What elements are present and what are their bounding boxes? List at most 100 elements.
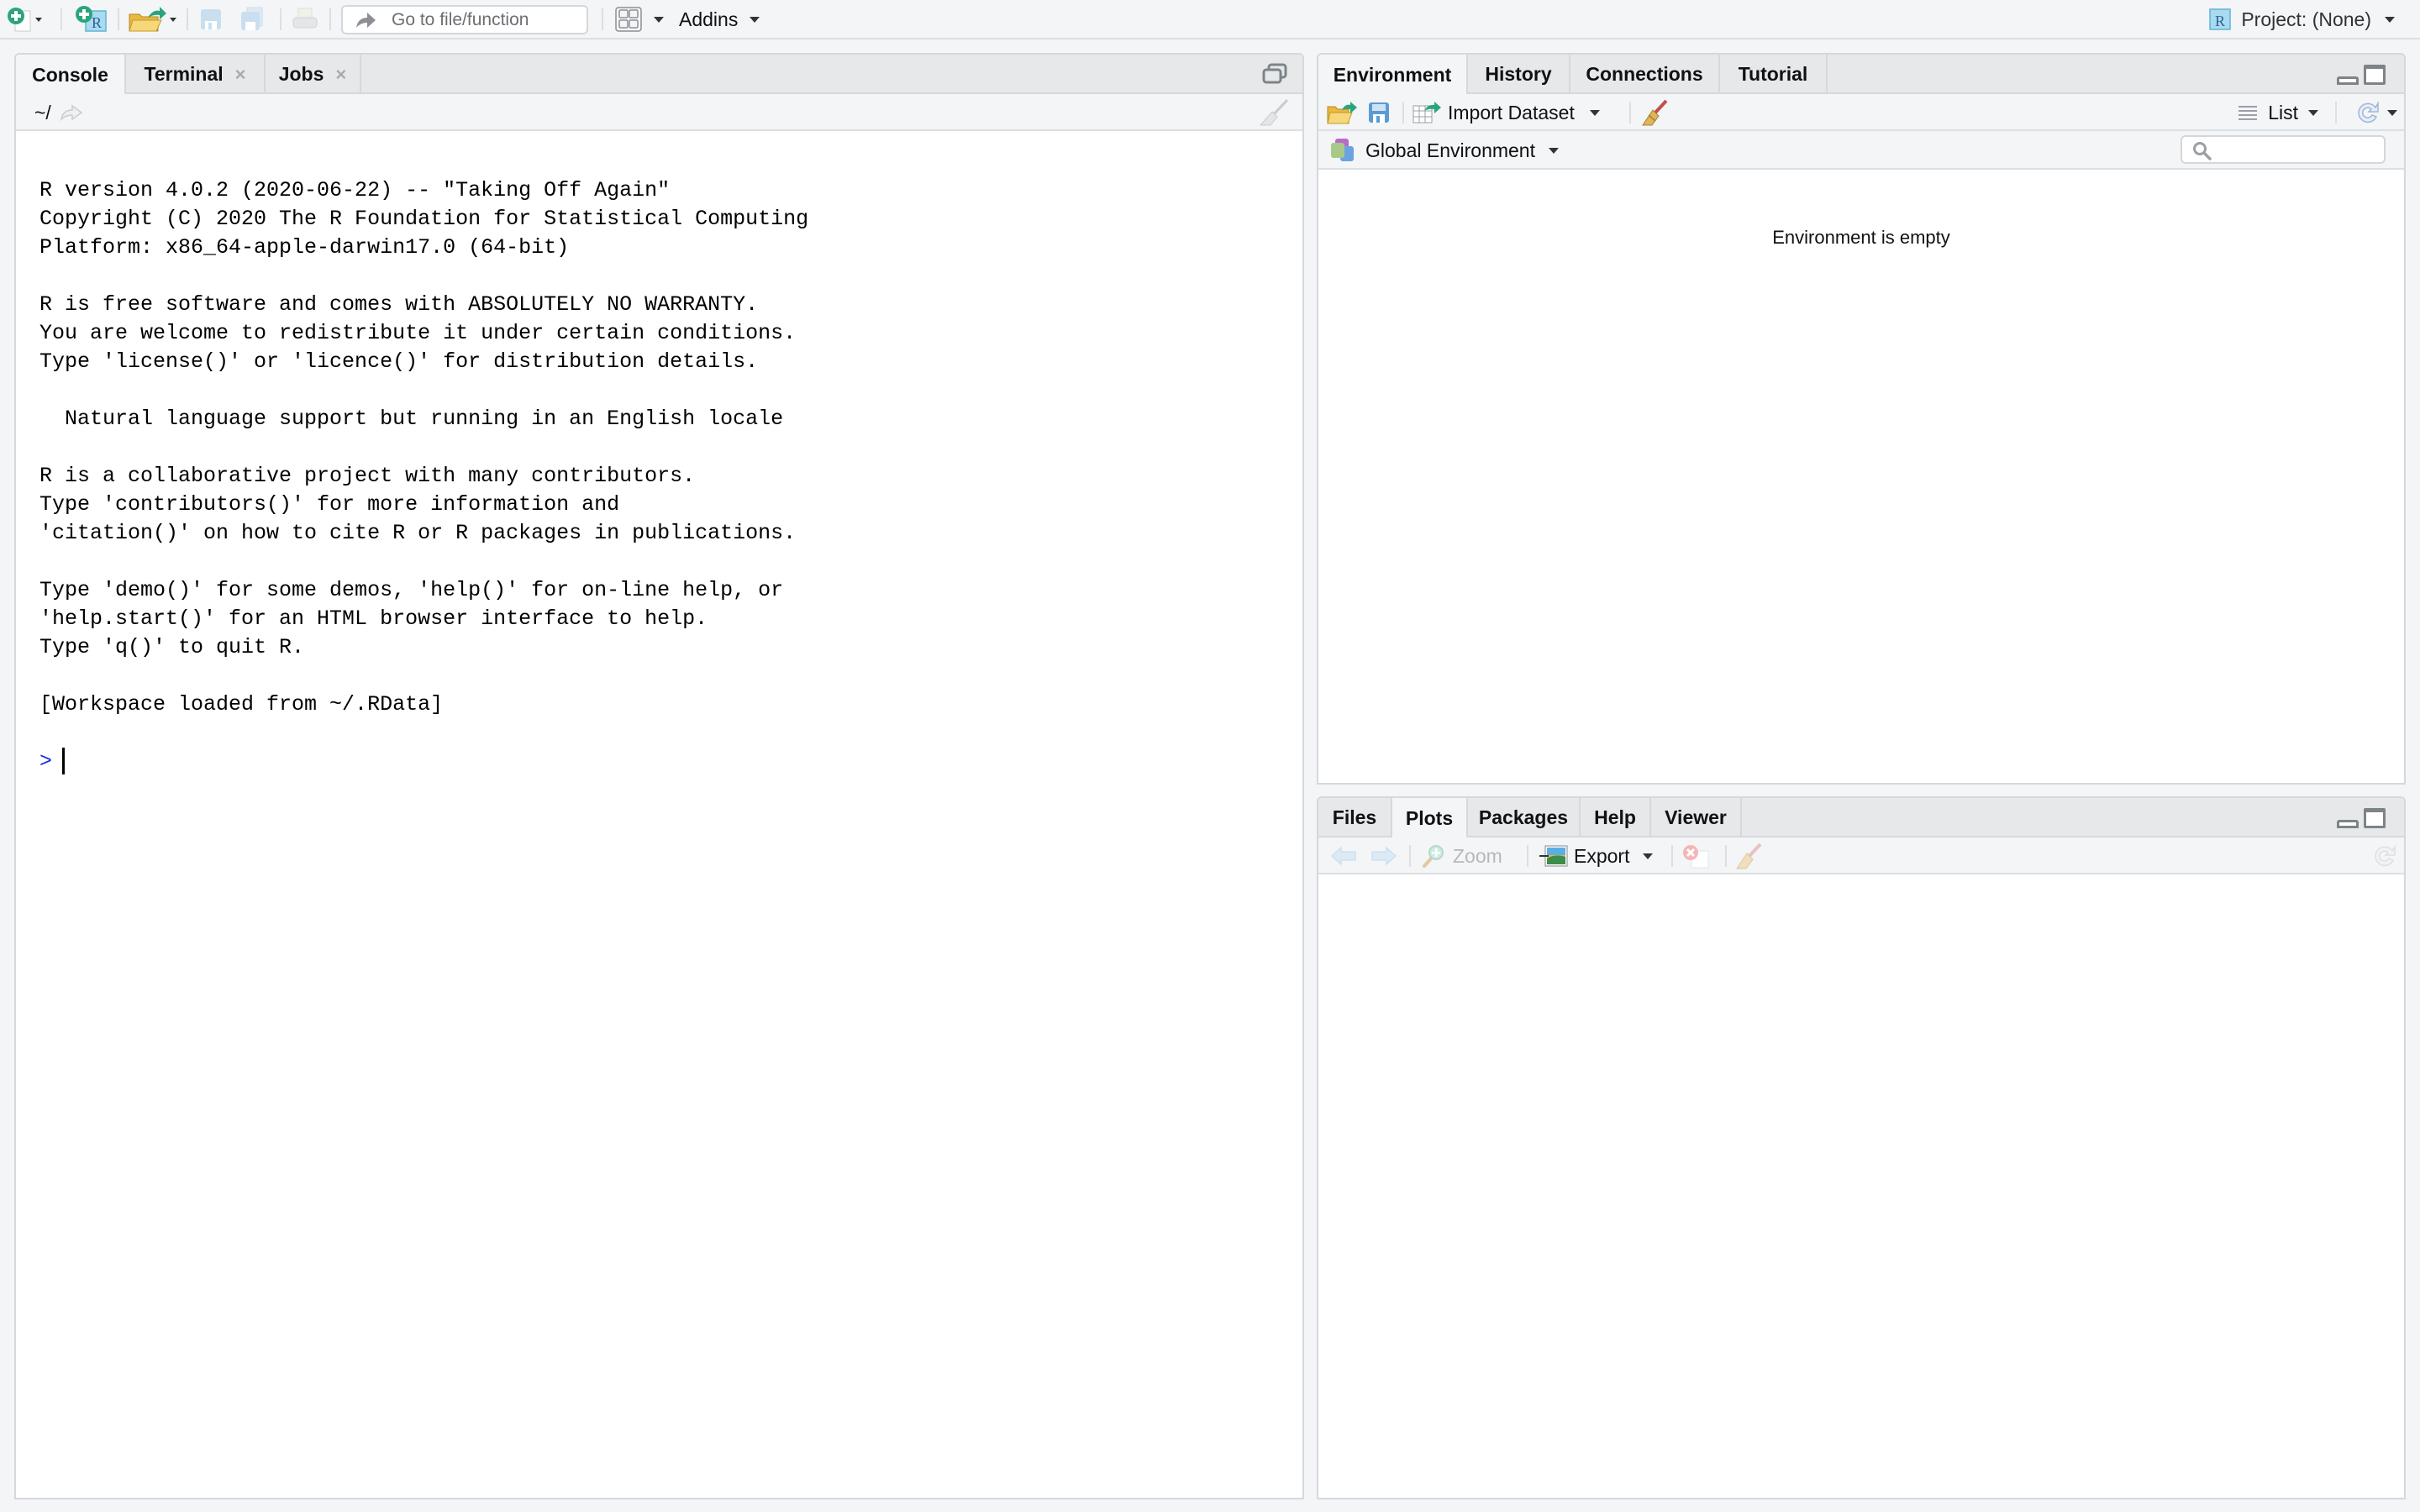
environment-scope-menu[interactable]: Global Environment xyxy=(1330,131,1559,170)
addins-menu[interactable]: Addins xyxy=(679,0,760,39)
tab-environment[interactable]: Environment xyxy=(1318,55,1468,96)
toolbar-divider xyxy=(60,8,62,30)
environment-scope-bar: Global Environment xyxy=(1318,131,2404,170)
environment-search-input[interactable] xyxy=(2181,135,2386,164)
tab-tutorial[interactable]: Tutorial xyxy=(1720,55,1828,94)
import-table-icon xyxy=(1413,102,1441,123)
arrow-right-icon xyxy=(1371,846,1397,866)
next-plot-button[interactable] xyxy=(1370,837,1397,874)
console-line: Platform: x86_64-apple-darwin17.0 (64-bi… xyxy=(39,235,570,260)
clear-workspace-button[interactable] xyxy=(1641,94,1670,131)
new-file-icon xyxy=(8,8,42,32)
print-button[interactable] xyxy=(291,0,319,39)
broom-icon xyxy=(1736,843,1762,869)
environment-scope-label: Global Environment xyxy=(1365,139,1535,161)
load-workspace-button[interactable] xyxy=(1327,94,1359,131)
environment-tabbar: Environment History Connections Tutorial xyxy=(1318,55,2404,96)
save-icon xyxy=(201,9,221,29)
plot-area xyxy=(1318,876,2404,1498)
console-line: 'help.start()' for an HTML browser inter… xyxy=(39,606,708,631)
tab-connections[interactable]: Connections xyxy=(1570,55,1720,94)
restore-pane-button[interactable] xyxy=(1262,63,1287,89)
project-menu[interactable]: R Project: (None) xyxy=(2207,0,2395,39)
console-input-line[interactable]: > xyxy=(39,748,808,776)
tab-label: Jobs xyxy=(278,63,324,85)
chevron-down-icon xyxy=(1643,853,1654,859)
maximize-pane-icon[interactable] xyxy=(2364,808,2386,828)
tab-terminal[interactable]: Terminal × xyxy=(126,55,266,94)
chevron-down-icon xyxy=(2308,109,2318,116)
toolbar-divider xyxy=(187,8,188,30)
refresh-environment-button[interactable] xyxy=(2355,94,2397,131)
console-line: Copyright (C) 2020 The R Foundation for … xyxy=(39,207,809,231)
close-icon[interactable]: × xyxy=(335,64,346,86)
view-mode-menu[interactable]: List xyxy=(2238,94,2318,131)
open-file-icon xyxy=(129,7,176,32)
go-to-directory-icon[interactable] xyxy=(60,104,83,121)
remove-plot-button[interactable] xyxy=(1681,837,1710,874)
console-line: Type 'license()' or 'licence()' for dist… xyxy=(39,349,759,374)
console-line: You are welcome to redistribute it under… xyxy=(39,321,797,345)
new-file-button[interactable] xyxy=(7,0,44,39)
console-line: [Workspace loaded from ~/.RData] xyxy=(39,692,444,717)
environment-empty-message: Environment is empty xyxy=(1772,227,1950,248)
tab-label: Environment xyxy=(1333,64,1452,86)
minimize-pane-icon[interactable] xyxy=(2337,820,2359,828)
tab-label: Plots xyxy=(1405,807,1454,829)
broom-icon xyxy=(1259,98,1289,126)
clear-console-button[interactable] xyxy=(1257,97,1291,132)
tab-viewer[interactable]: Viewer xyxy=(1651,798,1742,837)
zoom-plot-button[interactable]: Zoom xyxy=(1421,837,1502,874)
restore-window-icon xyxy=(1262,63,1287,84)
minimize-pane-icon[interactable] xyxy=(2337,76,2359,85)
tab-console[interactable]: Console xyxy=(16,55,126,96)
toolbar-divider xyxy=(602,8,603,30)
tab-plots[interactable]: Plots xyxy=(1392,798,1468,839)
console-line: Natural language support but running in … xyxy=(39,407,784,431)
zoom-label: Zoom xyxy=(1453,844,1502,867)
previous-plot-button[interactable] xyxy=(1330,837,1357,874)
open-file-button[interactable] xyxy=(128,0,182,39)
import-dataset-button[interactable]: Import Dataset xyxy=(1413,94,1600,131)
tab-history[interactable]: History xyxy=(1468,55,1570,94)
refresh-plot-button[interactable] xyxy=(2372,837,2397,874)
export-plot-menu[interactable]: Export xyxy=(1539,837,1654,874)
maximize-pane-icon[interactable] xyxy=(2364,65,2386,85)
save-workspace-button[interactable] xyxy=(1367,94,1391,131)
console-line: Type 'q()' to quit R. xyxy=(39,635,305,659)
save-button[interactable] xyxy=(198,0,224,39)
toolbar-divider xyxy=(329,8,331,30)
toolbar-divider xyxy=(1409,845,1411,867)
tab-label: Files xyxy=(1332,806,1377,828)
console-line: R version 4.0.2 (2020-06-22) -- "Taking … xyxy=(39,178,671,202)
close-icon[interactable]: × xyxy=(235,64,246,86)
toolbar-divider xyxy=(1527,845,1528,867)
toolbar-divider xyxy=(1629,102,1631,123)
pane-window-controls xyxy=(2337,65,2386,85)
print-icon xyxy=(292,8,318,29)
arrow-left-icon xyxy=(1331,846,1356,866)
search-icon xyxy=(2193,142,2212,160)
toolbar-divider xyxy=(118,8,119,30)
export-image-icon xyxy=(1539,845,1568,867)
save-all-button[interactable] xyxy=(239,0,266,39)
goto-file-function-input[interactable]: Go to file/function xyxy=(341,5,588,34)
tab-jobs[interactable]: Jobs × xyxy=(266,55,361,94)
tab-files[interactable]: Files xyxy=(1318,798,1392,837)
console-output[interactable]: R version 4.0.2 (2020-06-22) -- "Taking … xyxy=(16,133,1302,1498)
goto-arrow-icon xyxy=(356,12,376,28)
pane-layout-button[interactable] xyxy=(615,0,664,39)
clear-plots-button[interactable] xyxy=(1735,837,1764,874)
console-toolbar: ~/ xyxy=(16,94,1302,131)
tab-help[interactable]: Help xyxy=(1581,798,1651,837)
tab-packages[interactable]: Packages xyxy=(1468,798,1581,837)
grid-layout-icon xyxy=(615,7,642,32)
new-project-button[interactable]: R xyxy=(74,0,111,39)
tab-label: Terminal xyxy=(144,63,224,85)
tab-label: Console xyxy=(32,64,108,86)
